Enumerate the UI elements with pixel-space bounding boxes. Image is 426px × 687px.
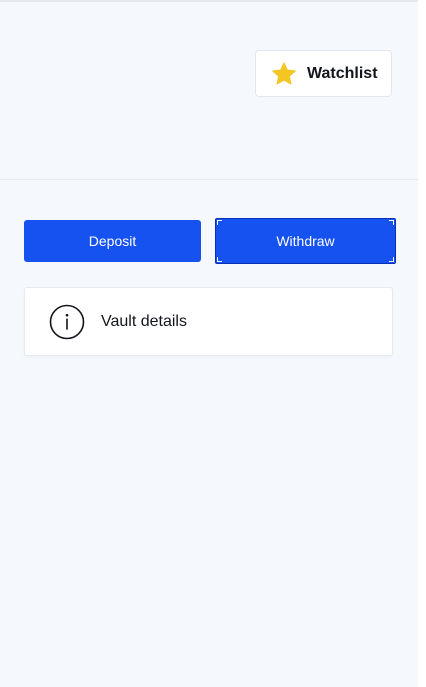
- deposit-label: Deposit: [88, 233, 137, 249]
- withdraw-label: Withdraw: [276, 233, 335, 249]
- deposit-button[interactable]: Deposit: [24, 220, 201, 262]
- vault-details-label: Vault details: [101, 312, 187, 330]
- watchlist-button[interactable]: Watchlist: [255, 50, 392, 97]
- focus-corner: [217, 257, 222, 262]
- star-icon: [272, 61, 296, 85]
- vault-page: Watchlist Deposit Withdraw Vault details: [0, 0, 426, 687]
- vault-details-card[interactable]: Vault details: [24, 287, 393, 356]
- withdraw-button[interactable]: Withdraw: [215, 218, 396, 264]
- focus-corner: [389, 257, 394, 262]
- watchlist-label: Watchlist: [307, 64, 378, 82]
- top-border: [0, 0, 426, 2]
- header-divider: [0, 179, 418, 180]
- focus-corner: [217, 220, 222, 225]
- right-edge: [418, 0, 426, 687]
- info-icon: [49, 304, 85, 339]
- focus-corner: [389, 220, 394, 225]
